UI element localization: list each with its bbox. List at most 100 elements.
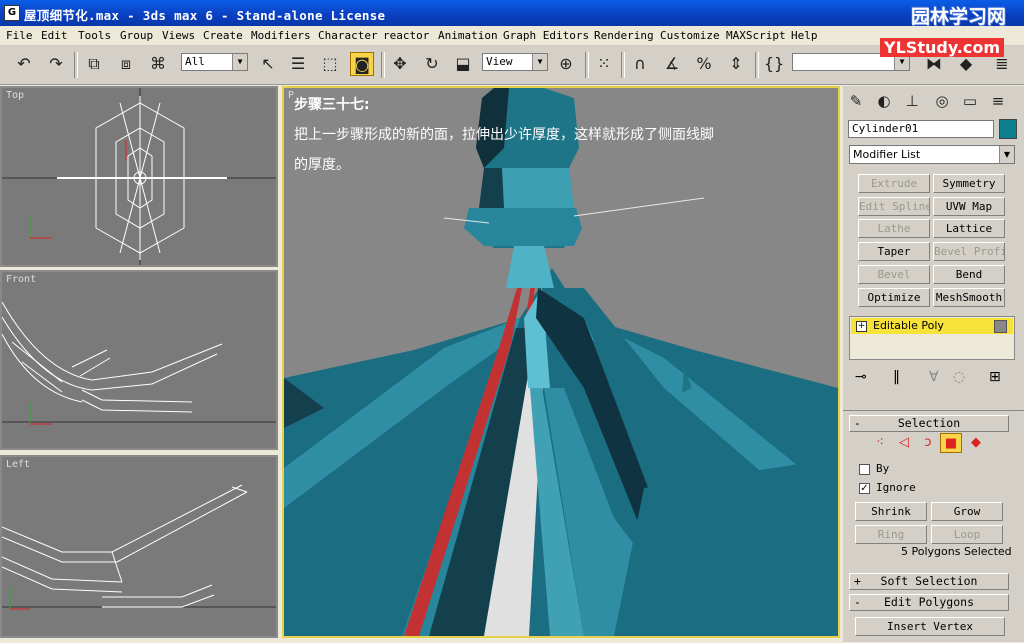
taper-button[interactable]: Taper [858, 242, 930, 261]
soft-selection-rollout-header[interactable]: + Soft Selection [849, 573, 1009, 590]
motion-tab-icon[interactable]: ◎ [931, 90, 953, 112]
select-and-link-icon[interactable]: ⧉ [82, 52, 106, 76]
bevel-button[interactable]: Bevel [858, 265, 930, 284]
viewport-front[interactable]: Front [0, 270, 278, 450]
angle-snap-icon[interactable]: ∡ [660, 52, 684, 76]
object-name-field[interactable]: Cylinder01 [848, 120, 994, 138]
watermark-url: YLStudy.com [880, 38, 1004, 57]
menu-animation[interactable]: Animation [438, 29, 498, 42]
stack-item-editable-poly[interactable]: + Editable Poly [851, 318, 1013, 334]
edge-mode-icon[interactable]: ◁ [893, 433, 915, 453]
bevel-profile-button[interactable]: Bevel Profile [933, 242, 1005, 261]
utilities-tab-icon[interactable]: ≡ [987, 90, 1009, 112]
menu-customize[interactable]: Customize [660, 29, 720, 42]
selection-rollout-header[interactable]: - Selection [849, 415, 1009, 432]
uvw-map-button[interactable]: UVW Map [933, 197, 1005, 216]
pin-stack-icon[interactable]: ⊸ [855, 369, 867, 385]
menu-reactor[interactable]: reactor [383, 29, 429, 42]
toolbar-divider [755, 52, 759, 78]
spinner-snap-icon[interactable]: ⇕ [724, 52, 748, 76]
optimize-button[interactable]: Optimize [858, 288, 930, 307]
reference-coordinate-dropdown[interactable]: View ▼ [482, 53, 548, 71]
meshsmooth-button[interactable]: MeshSmooth [933, 288, 1005, 307]
edit-spline-button[interactable]: Edit Spline [858, 197, 930, 216]
percent-snap-icon[interactable]: % [692, 52, 716, 76]
perspective-roof-model [284, 88, 838, 636]
symmetry-button[interactable]: Symmetry [933, 174, 1005, 193]
display-tab-icon[interactable]: ▭ [959, 90, 981, 112]
remove-modifier-icon[interactable]: ◌ [953, 369, 965, 385]
menu-help[interactable]: Help [791, 29, 818, 42]
select-and-move-icon[interactable]: ✥ [388, 52, 412, 76]
chevron-down-icon: ▼ [532, 54, 547, 70]
menu-character[interactable]: Character [318, 29, 378, 42]
menu-tools[interactable]: Tools [78, 29, 111, 42]
toolbar-divider [621, 52, 625, 78]
insert-vertex-button[interactable]: Insert Vertex [855, 617, 1005, 636]
grow-button[interactable]: Grow [931, 502, 1003, 521]
bind-to-space-warp-icon[interactable]: ⌘ [146, 52, 170, 76]
menu-create[interactable]: Create [203, 29, 243, 42]
undo-icon[interactable]: ↶ [12, 52, 36, 76]
by-vertex-checkbox[interactable] [859, 464, 870, 475]
menu-group[interactable]: Group [120, 29, 153, 42]
select-by-name-icon[interactable]: ☰ [286, 52, 310, 76]
menu-edit[interactable]: Edit [41, 29, 68, 42]
select-and-manipulate-icon[interactable]: ⁙ [592, 52, 616, 76]
chevron-down-icon: ▼ [232, 54, 247, 70]
menu-modifiers[interactable]: Modifiers [251, 29, 311, 42]
edit-named-selections-icon[interactable]: {} [762, 52, 786, 76]
command-panel-tabs: ✎ ◐ ⊥ ◎ ▭ ≡ [843, 88, 1024, 114]
loop-button[interactable]: Loop [931, 525, 1003, 544]
selection-status: 5 Polygons Selected [901, 545, 1012, 558]
viewport-left[interactable]: Left [0, 455, 278, 638]
shrink-button[interactable]: Shrink [855, 502, 927, 521]
show-end-result-icon[interactable]: ‖ [893, 369, 900, 385]
select-object-icon[interactable]: ↖ [256, 52, 280, 76]
vertex-mode-icon[interactable]: ⁖ [869, 433, 891, 453]
3ds-max-icon[interactable]: G [4, 5, 20, 21]
menu-rendering[interactable]: Rendering [594, 29, 654, 42]
window-title: 屋顶细节化.max - 3ds max 6 - Stand-alone Lice… [24, 8, 386, 23]
create-tab-icon[interactable]: ✎ [845, 90, 867, 112]
lattice-button[interactable]: Lattice [933, 219, 1005, 238]
by-vertex-label: By [876, 462, 890, 475]
viewport-perspective[interactable]: P 步骤三十七: 把上一步骤形成的新的面，拉伸出少许厚度，这样就形成了侧面线脚 … [282, 86, 840, 638]
modifier-list-dropdown[interactable]: Modifier List ▼ [849, 145, 1015, 164]
hierarchy-tab-icon[interactable]: ⊥ [901, 90, 923, 112]
polygon-mode-icon[interactable]: ■ [940, 433, 962, 453]
object-color-swatch[interactable] [999, 119, 1017, 139]
modify-tab-icon[interactable]: ◐ [873, 90, 895, 112]
ignore-backfacing-checkbox[interactable]: ✓ [859, 483, 870, 494]
border-mode-icon[interactable]: ↄ [917, 433, 939, 453]
element-mode-icon[interactable]: ◆ [965, 433, 987, 453]
menu-graph-editors[interactable]: Graph Editors [503, 29, 589, 42]
rectangular-selection-icon[interactable]: ⬚ [318, 52, 342, 76]
ring-button[interactable]: Ring [855, 525, 927, 544]
soft-selection-title: Soft Selection [880, 574, 978, 588]
select-and-scale-icon[interactable]: ⬓ [451, 52, 475, 76]
configure-modifier-sets-icon[interactable]: ⊞ [989, 369, 1001, 385]
extrude-button[interactable]: Extrude [858, 174, 930, 193]
lathe-button[interactable]: Lathe [858, 219, 930, 238]
stack-item-toggle[interactable] [994, 320, 1007, 333]
make-unique-icon[interactable]: ∀ [929, 369, 939, 385]
menu-maxscript[interactable]: MAXScript [726, 29, 786, 42]
unlink-icon[interactable]: ⧈ [114, 52, 138, 76]
menu-views[interactable]: Views [162, 29, 195, 42]
use-pivot-center-icon[interactable]: ⊕ [554, 52, 578, 76]
edit-polygons-rollout-header[interactable]: - Edit Polygons [849, 594, 1009, 611]
expand-plus-icon[interactable]: + [856, 321, 867, 332]
snaps-toggle-icon[interactable]: ∩ [628, 52, 652, 76]
select-and-rotate-icon[interactable]: ↻ [420, 52, 444, 76]
menu-file[interactable]: File [6, 29, 33, 42]
annotation-step-title: 步骤三十七: [294, 97, 370, 113]
redo-icon[interactable]: ↷ [44, 52, 68, 76]
bend-button[interactable]: Bend [933, 265, 1005, 284]
toolbar-divider [585, 52, 589, 78]
viewport-top[interactable]: Top [0, 86, 278, 267]
window-crossing-icon[interactable]: ◙ [350, 52, 374, 76]
expand-plus-icon: + [854, 574, 861, 588]
title-bar: G 屋顶细节化.max - 3ds max 6 - Stand-alone Li… [0, 0, 1024, 28]
selection-filter-dropdown[interactable]: All ▼ [181, 53, 248, 71]
